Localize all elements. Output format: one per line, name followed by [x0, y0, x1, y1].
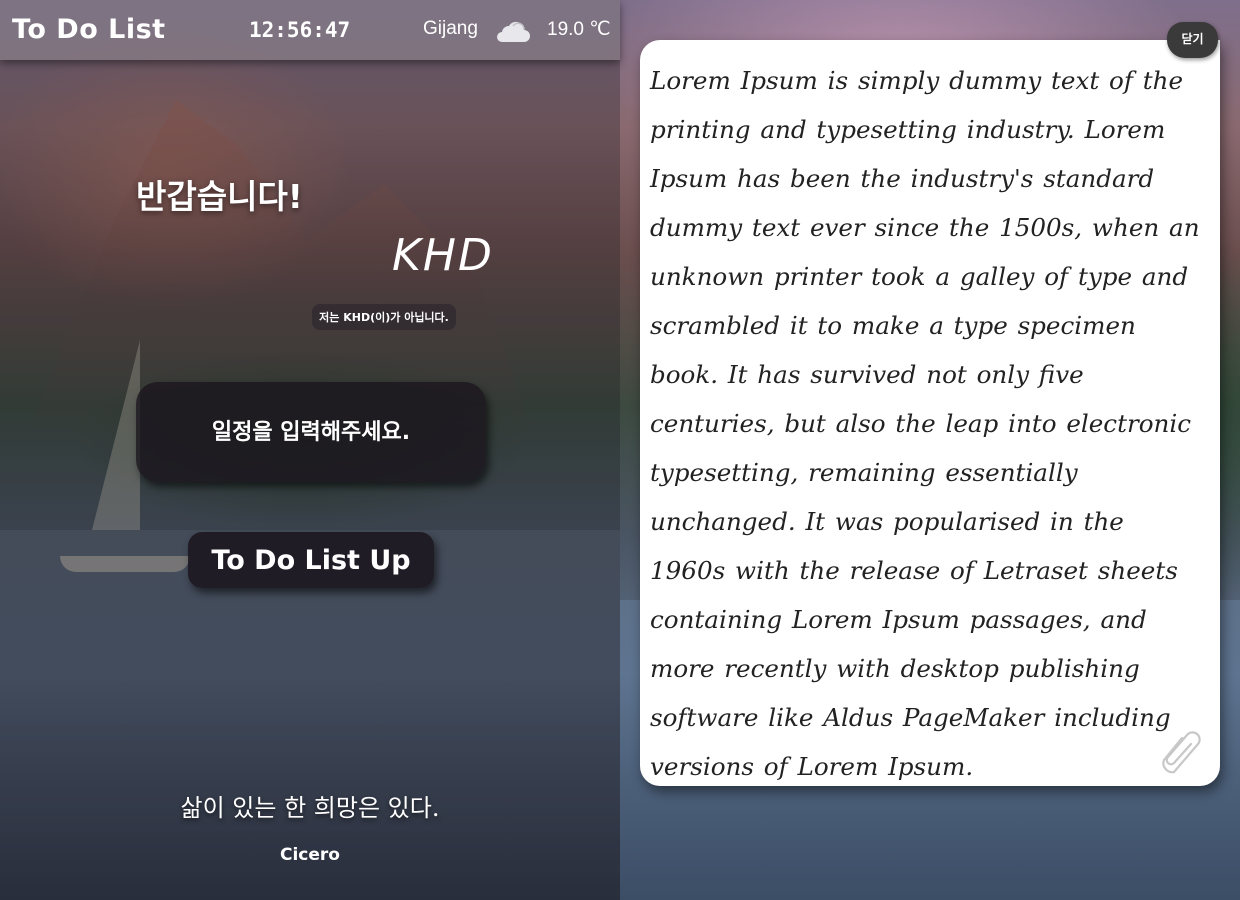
memo-body[interactable]: Lorem Ipsum is simply dummy text of the … [650, 56, 1206, 791]
memo-panel: Lorem Ipsum is simply dummy text of the … [640, 40, 1220, 786]
quote-author: Cicero [280, 845, 340, 865]
app-title: To Do List [12, 14, 166, 45]
close-button[interactable]: 닫기 [1167, 22, 1218, 58]
greeting-title: 반갑습니다! [136, 177, 303, 216]
username: KHD [392, 230, 494, 281]
weather-temperature: 19.0 ℃ [547, 19, 611, 40]
paperclip-icon[interactable] [1160, 726, 1210, 778]
cloud-icon [497, 21, 530, 42]
top-bar: To Do List 12:56:47 Gijang 19.0 ℃ [0, 0, 620, 60]
clock: 12:56:47 [249, 18, 351, 42]
weather-city: Gijang [423, 18, 478, 39]
todo-list-up-button[interactable]: To Do List Up [188, 532, 434, 588]
quote-text: 삶이 있는 한 희망은 있다. [180, 794, 440, 822]
name-change-note[interactable]: 저는 KHD(이)가 아닙니다. [312, 304, 456, 330]
todo-input[interactable] [136, 382, 486, 482]
